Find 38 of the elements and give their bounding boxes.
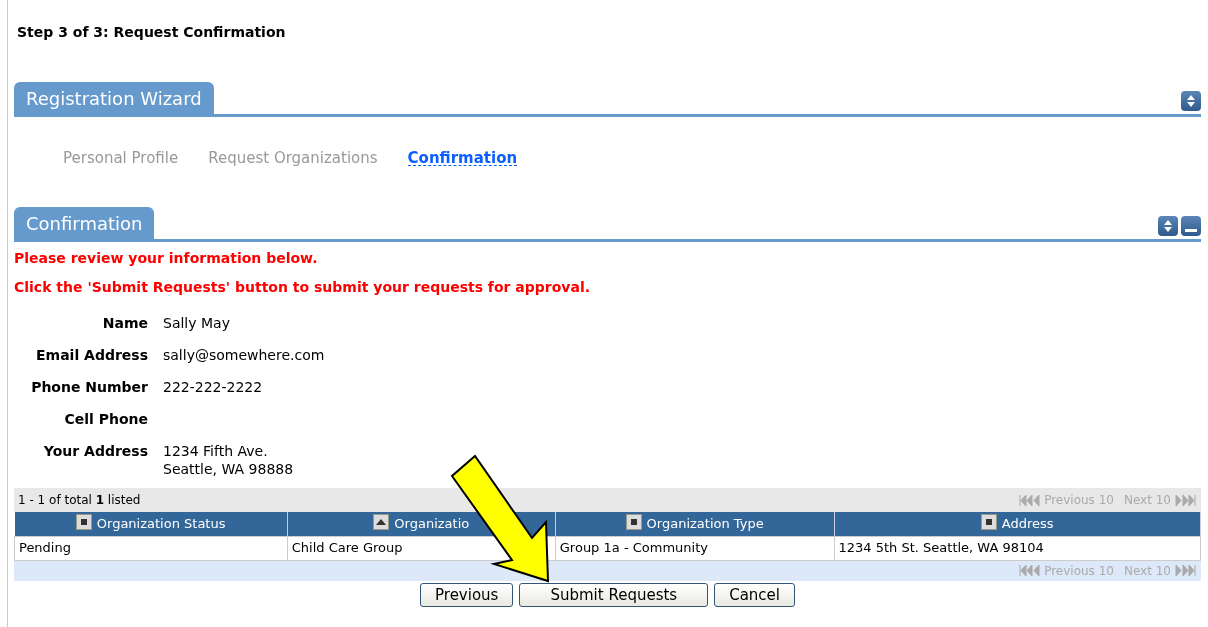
collapse-toggle-button[interactable] bbox=[1181, 91, 1201, 111]
column-header[interactable]: Address bbox=[834, 512, 1201, 536]
field-label: Name bbox=[101, 314, 148, 332]
first-page-icon bbox=[1018, 565, 1041, 576]
instruction-text: Please review your information below. bbox=[14, 249, 319, 268]
wizard-step-tab[interactable]: Confirmation bbox=[407, 147, 518, 166]
sort-icon[interactable] bbox=[75, 514, 92, 530]
column-header[interactable]: Organization Type bbox=[555, 512, 834, 536]
record-count-text: 1 - 1 of total 1 listed bbox=[18, 492, 141, 509]
cancel-button[interactable]: Cancel bbox=[714, 582, 795, 607]
field-label: Email Address bbox=[35, 346, 148, 364]
field-value: 222-222-2222 bbox=[163, 378, 264, 396]
instruction-text: Click the 'Submit Requests' button to submit your requests for approval. bbox=[14, 278, 592, 297]
previous-button[interactable]: Previous bbox=[420, 582, 514, 607]
updown-icon bbox=[1163, 219, 1173, 232]
sort-icon[interactable] bbox=[980, 514, 997, 530]
field-value: 1234 Fifth Ave. bbox=[163, 442, 269, 460]
minimize-button[interactable] bbox=[1181, 216, 1201, 236]
table-cell: Group 1a - Community bbox=[555, 536, 834, 560]
first-page-icon bbox=[1018, 494, 1041, 506]
submit-button[interactable]: Submit Requests bbox=[519, 582, 709, 607]
sort-icon[interactable] bbox=[373, 514, 390, 530]
minus-icon bbox=[1185, 228, 1197, 232]
column-header[interactable]: Organization Status bbox=[14, 512, 288, 536]
page-title: Step 3 of 3: Request Confirmation bbox=[16, 23, 287, 42]
field-value: Seattle, WA 98888 bbox=[163, 460, 295, 478]
sort-icon[interactable] bbox=[625, 514, 642, 530]
field-label: Cell Phone bbox=[63, 410, 148, 428]
field-value: Sally May bbox=[163, 314, 231, 332]
last-page-icon bbox=[1175, 494, 1197, 506]
collapse-toggle-button[interactable] bbox=[1158, 215, 1178, 236]
table-cell: 1234 5th St. Seattle, WA 98104 bbox=[834, 536, 1201, 560]
field-label: Your Address bbox=[42, 442, 148, 461]
field-value: sally@somewhere.com bbox=[163, 346, 326, 364]
field-label: Phone Number bbox=[30, 378, 148, 396]
table-cell: Pending bbox=[14, 536, 288, 560]
last-page-icon bbox=[1175, 565, 1197, 576]
updown-icon bbox=[1186, 95, 1196, 107]
